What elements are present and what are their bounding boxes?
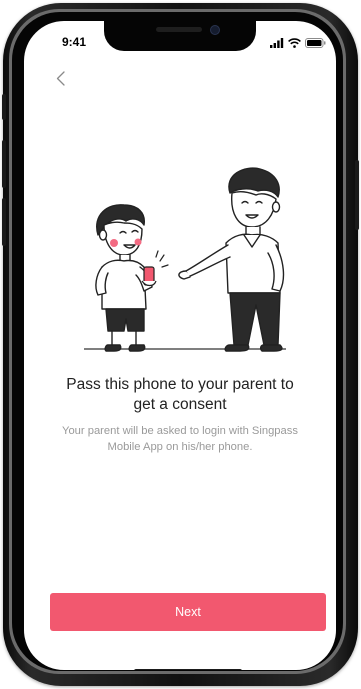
page-title: Pass this phone to your parent to get a … (66, 376, 294, 413)
wifi-icon (288, 38, 301, 48)
next-button[interactable]: Next (50, 593, 326, 631)
battery-icon (305, 38, 326, 48)
home-indicator[interactable] (134, 669, 242, 670)
front-camera (210, 25, 220, 35)
page-subtitle: Your parent will be asked to login with … (62, 425, 298, 453)
child-handing-phone-to-parent-illustration (84, 167, 286, 352)
device-mockup: 9:41 Pass this phone to your parent to g… (0, 0, 361, 689)
volume-down-button (2, 198, 6, 246)
chevron-left-icon (56, 70, 65, 86)
motion-lines (155, 250, 169, 268)
speaker-grille (156, 27, 202, 32)
status-icons (270, 38, 326, 48)
parent-figure (178, 167, 285, 352)
status-time: 9:41 (62, 35, 87, 49)
mute-switch (2, 94, 6, 120)
back-button[interactable] (50, 67, 70, 89)
signal-icon (270, 38, 284, 48)
app-screen: 9:41 Pass this phone to your parent to g… (24, 21, 336, 670)
power-button (355, 160, 359, 230)
notch (104, 21, 256, 51)
volume-up-button (2, 140, 6, 188)
